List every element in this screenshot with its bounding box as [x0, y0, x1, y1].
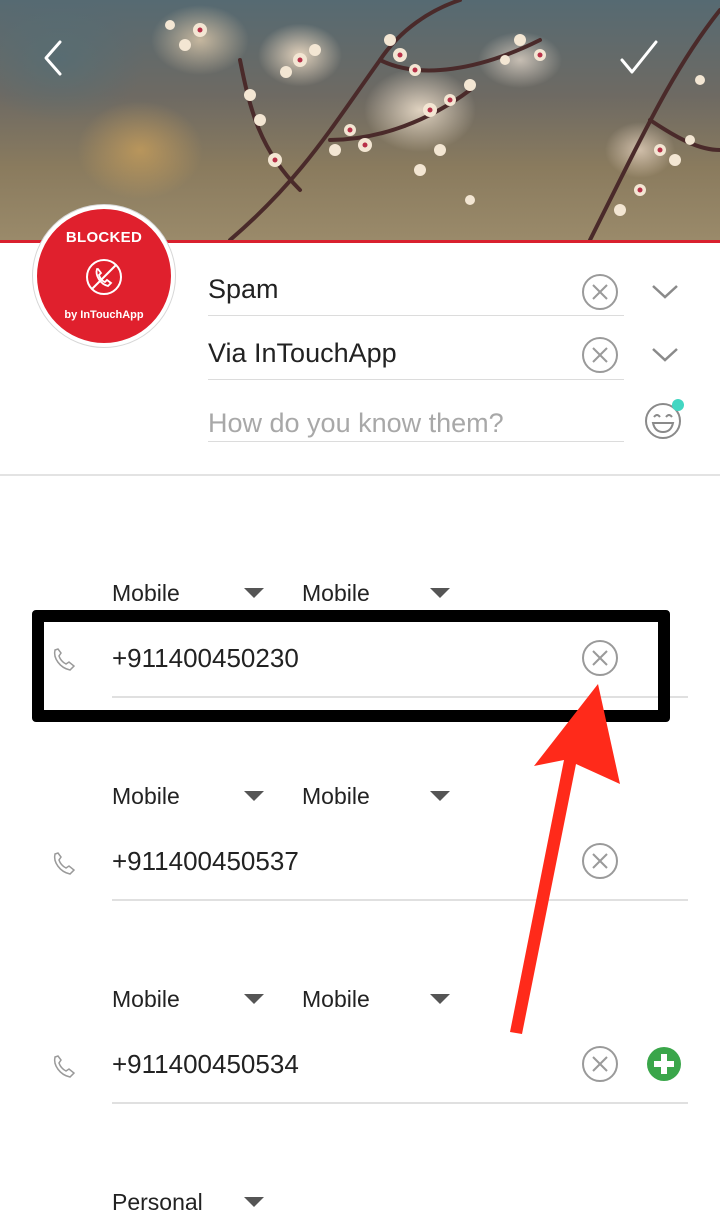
caret-down-icon[interactable]: [244, 994, 264, 1004]
caret-down-icon[interactable]: [430, 588, 450, 598]
phone-icon: [53, 852, 76, 875]
phone-number-input[interactable]: +911400450537: [112, 846, 299, 877]
phone-subtype-label[interactable]: Mobile: [302, 580, 370, 607]
source-field[interactable]: Via InTouchApp: [208, 330, 624, 380]
chevron-down-icon[interactable]: [650, 345, 680, 365]
section-divider: [0, 474, 720, 476]
emoji-icon[interactable]: [643, 397, 687, 441]
phone-icon: [53, 1055, 76, 1078]
save-checkmark-icon[interactable]: [612, 36, 664, 80]
caret-down-icon[interactable]: [244, 1197, 264, 1207]
back-chevron-icon[interactable]: [36, 36, 72, 80]
name-field-primary[interactable]: Spam: [208, 266, 624, 316]
phone-type-label[interactable]: Mobile: [112, 783, 180, 810]
name-field-value: Spam: [208, 274, 279, 304]
next-type-label[interactable]: Personal: [112, 1189, 203, 1216]
blocked-label: BLOCKED: [65, 229, 143, 246]
phone-number-input[interactable]: +911400450534: [112, 1049, 299, 1080]
caret-down-icon[interactable]: [430, 994, 450, 1004]
contact-avatar[interactable]: BLOCKED by InTouchApp: [32, 204, 176, 348]
blocked-badge: BLOCKED by InTouchApp: [37, 209, 171, 343]
chevron-down-icon[interactable]: [650, 282, 680, 302]
phone-subtype-label[interactable]: Mobile: [302, 986, 370, 1013]
how-know-placeholder: How do you know them?: [208, 408, 504, 438]
caret-down-icon[interactable]: [244, 588, 264, 598]
phone-type-label[interactable]: Mobile: [112, 580, 180, 607]
phone-type-label[interactable]: Mobile: [112, 986, 180, 1013]
caret-down-icon[interactable]: [244, 791, 264, 801]
caret-down-icon[interactable]: [430, 791, 450, 801]
blocked-phone-icon: [86, 259, 122, 295]
phone-subtype-label[interactable]: Mobile: [302, 783, 370, 810]
clear-source-icon[interactable]: [580, 335, 620, 375]
annotation-arrow: [510, 684, 620, 1034]
add-phone-icon[interactable]: [646, 1046, 682, 1082]
clear-name-icon[interactable]: [580, 272, 620, 312]
remove-phone-icon[interactable]: [580, 1044, 620, 1084]
how-know-field[interactable]: How do you know them?: [208, 398, 624, 442]
avatar-brand-text: by InTouchApp: [64, 309, 144, 321]
source-field-value: Via InTouchApp: [208, 338, 397, 368]
phone-underline: [112, 1102, 688, 1104]
